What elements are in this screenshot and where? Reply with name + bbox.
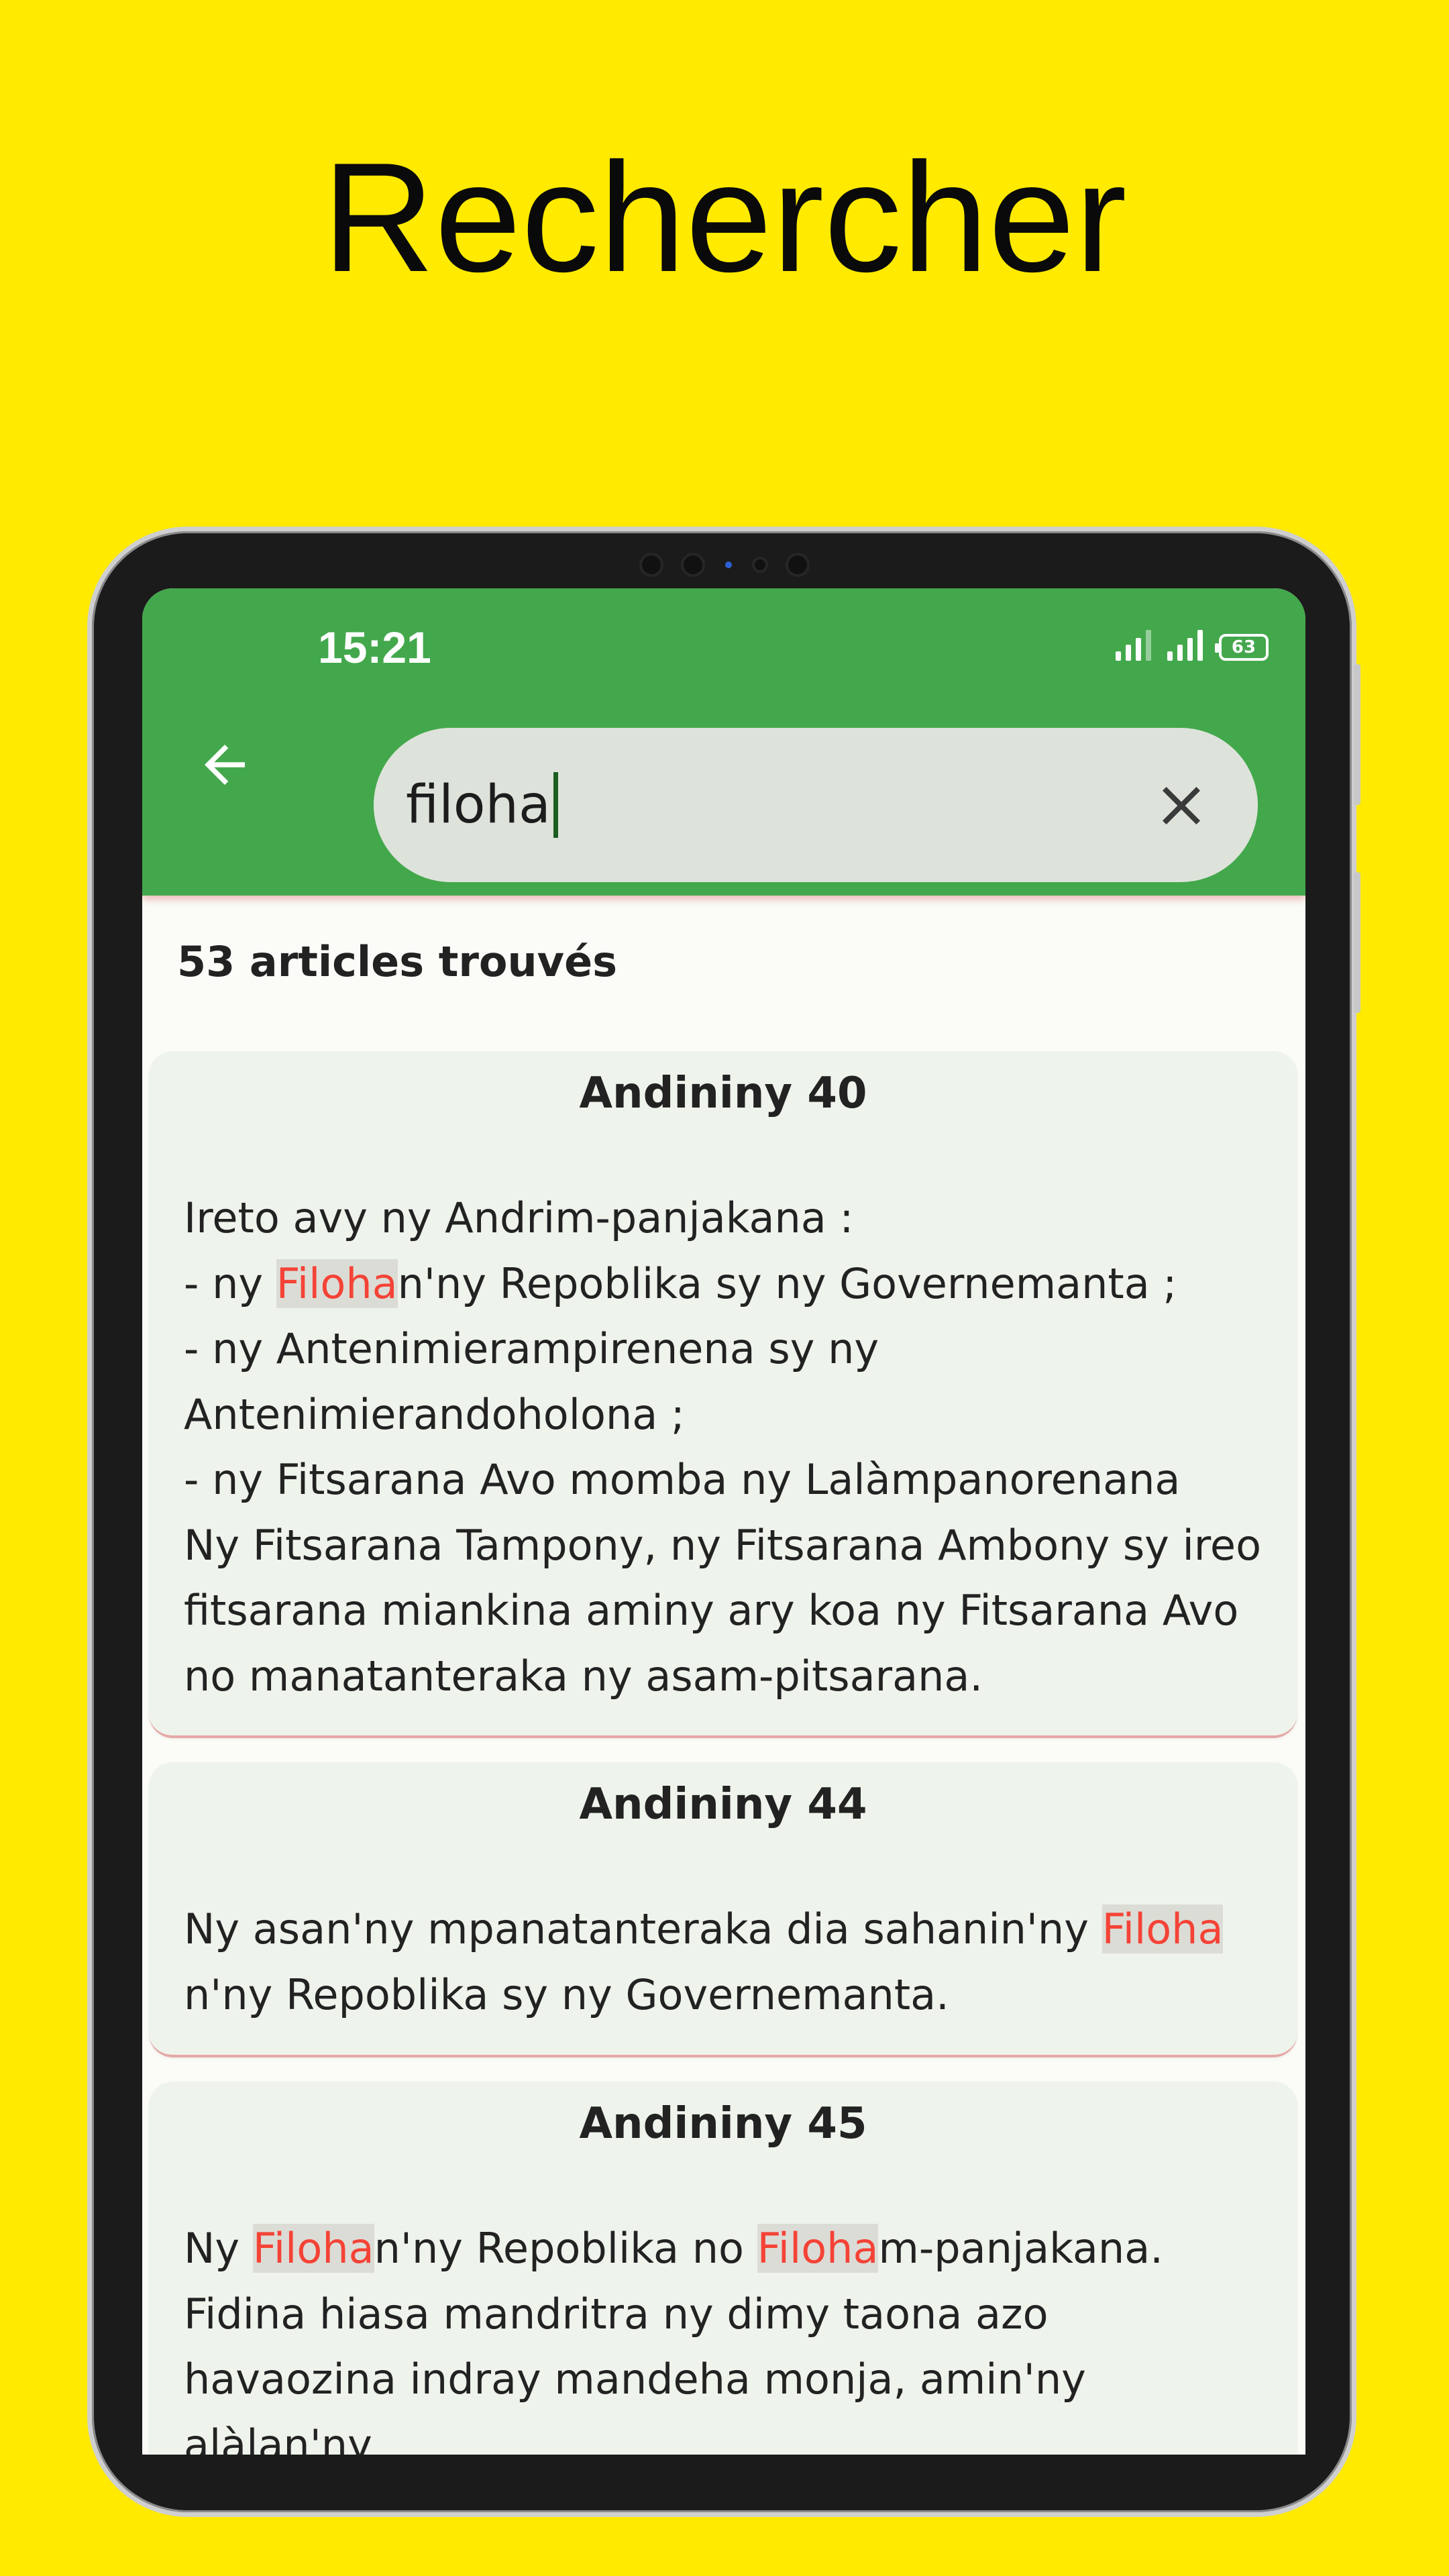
- back-button[interactable]: [181, 721, 268, 808]
- article-text: Ny Filohan'ny Repoblika no Filoham-panja…: [184, 2216, 1284, 2455]
- status-icons: 63: [1116, 629, 1269, 661]
- signal-icon: [1167, 629, 1203, 661]
- article-title: Andininy 44: [579, 1780, 867, 1829]
- volume-button: [1354, 664, 1360, 805]
- article-text: Ireto avy ny Andrim-panjakana : - ny Filo…: [184, 1185, 1284, 1709]
- result-card[interactable]: Andininy 45 Ny Filohan'ny Repoblika no F…: [149, 2082, 1297, 2455]
- result-card[interactable]: Andininy 44 Ny asan'ny mpanatanteraka di…: [149, 1762, 1297, 2057]
- article-line: Ny asan'ny mpanatanteraka dia sahanin'ny…: [184, 1904, 1224, 1953]
- article-line: Ireto avy ny Andrim-panjakana :: [184, 1193, 854, 1242]
- article-text: Ny asan'ny mpanatanteraka dia sahanin'ny…: [184, 1896, 1284, 2027]
- sensor-icon: [755, 559, 765, 570]
- sensor-icon: [725, 561, 732, 568]
- results-count: 53 articles trouvés: [177, 937, 618, 986]
- close-icon: [1163, 787, 1200, 824]
- article-line: fitsarana miankina aminy ary koa ny Fits…: [184, 1586, 1239, 1635]
- article-line: havaozina indray mandeha monja, amin'ny …: [184, 2355, 1086, 2455]
- article-line: n'ny Repoblika sy ny Governemanta.: [184, 1970, 949, 2019]
- app-screen: 15:21 63 filoha 53 articles trouvés Andi…: [142, 588, 1305, 2455]
- camera-bar: [642, 555, 807, 574]
- camera-icon: [684, 555, 702, 574]
- search-highlight: Filoha: [252, 2224, 374, 2273]
- arrow-left-icon: [205, 745, 245, 785]
- status-time: 15:21: [318, 623, 431, 672]
- article-line: Antenimierandoholona ;: [184, 1389, 685, 1439]
- search-highlight: Filoha: [1102, 1904, 1224, 1953]
- app-bar: 15:21 63 filoha: [142, 588, 1305, 896]
- clear-search-button[interactable]: [1149, 773, 1214, 838]
- result-card[interactable]: Andininy 40 Ireto avy ny Andrim-panjakan…: [149, 1051, 1297, 1738]
- text-cursor: [553, 772, 558, 838]
- search-highlight: Filoha: [276, 1258, 398, 1308]
- power-button: [1354, 872, 1360, 1013]
- article-line: - ny Filohan'ny Repoblika sy ny Governem…: [184, 1258, 1177, 1308]
- article-line: Fidina hiasa mandritra ny dimy taona azo: [184, 2289, 1049, 2339]
- promo-title: Rechercher: [322, 131, 1127, 305]
- article-line: Ny Filohan'ny Repoblika no Filoham-panja…: [184, 2224, 1163, 2273]
- search-input[interactable]: filoha: [406, 728, 558, 882]
- article-line: no manatanteraka ny asam-pitsarana.: [184, 1651, 983, 1701]
- battery-icon: 63: [1215, 634, 1269, 661]
- search-query: filoha: [406, 775, 551, 835]
- camera-icon: [642, 555, 661, 574]
- search-field[interactable]: filoha: [374, 728, 1258, 882]
- article-line: Ny Fitsarana Tampony, ny Fitsarana Ambon…: [184, 1520, 1262, 1570]
- article-title: Andininy 40: [579, 1069, 867, 1118]
- search-highlight: Filoha: [757, 2224, 879, 2273]
- signal-icon: [1116, 629, 1151, 661]
- article-title: Andininy 45: [579, 2099, 867, 2149]
- camera-icon: [788, 555, 807, 574]
- article-line: - ny Antenimierampirenena sy ny: [184, 1324, 879, 1373]
- article-line: - ny Fitsarana Avo momba ny Lalàmpanoren…: [184, 1455, 1181, 1504]
